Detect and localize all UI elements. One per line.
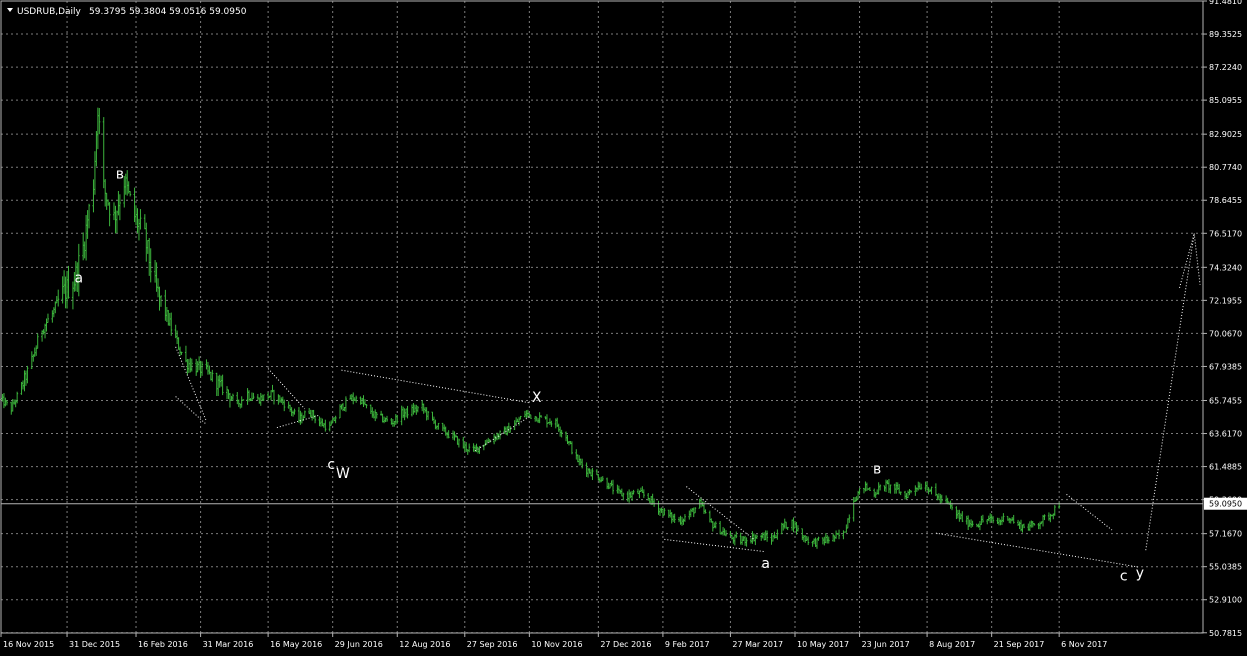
- y-tick-label: 85.0955: [1209, 96, 1242, 105]
- y-tick-label: 74.3240: [1209, 263, 1242, 272]
- x-tick-label: 16 May 2016: [270, 640, 322, 649]
- y-tick-label: 70.0670: [1209, 329, 1242, 338]
- x-tick-label: 16 Nov 2015: [3, 640, 54, 649]
- y-tick-label: 89.3525: [1209, 30, 1242, 39]
- y-tick-label: 50.7815: [1209, 629, 1242, 638]
- y-tick-label: 72.1955: [1209, 296, 1242, 305]
- wave-label: в: [873, 461, 881, 477]
- wave-label: в: [116, 167, 124, 183]
- x-tick-label: 31 Dec 2015: [69, 640, 120, 649]
- x-tick-label: 9 Feb 2017: [665, 640, 710, 649]
- x-tick-label: 27 Dec 2016: [600, 640, 651, 649]
- symbol-label: USDRUB,Daily: [17, 7, 82, 17]
- x-tick-label: 12 Aug 2016: [399, 640, 450, 649]
- x-tick-label: 31 Mar 2016: [203, 640, 254, 649]
- wave-label: W: [336, 466, 350, 482]
- x-tick-label: 27 Mar 2017: [732, 640, 783, 649]
- y-tick-label: 80.7740: [1209, 163, 1242, 172]
- y-tick-label: 61.4885: [1209, 463, 1242, 472]
- y-tick-label: 82.9025: [1209, 130, 1242, 139]
- wave-label: y: [1136, 566, 1144, 582]
- chart-header: USDRUB,Daily 59.3795 59.3804 59.0516 59.…: [7, 7, 247, 17]
- wave-label: a: [761, 556, 770, 572]
- y-tick-label: 57.1670: [1209, 530, 1242, 539]
- x-tick-label: 16 Feb 2016: [138, 640, 188, 649]
- x-tick-label: 23 Jun 2017: [862, 640, 910, 649]
- current-price-marker: 59.0950: [1204, 497, 1247, 510]
- wave-label: c: [327, 457, 335, 473]
- x-tick-label: 21 Sep 2017: [994, 640, 1045, 649]
- chart-background: [0, 0, 1247, 656]
- current-price-label: 59.0950: [1209, 500, 1242, 509]
- y-tick-label: 65.7455: [1209, 396, 1242, 405]
- y-tick-label: 76.5170: [1209, 229, 1242, 238]
- y-tick-label: 87.2240: [1209, 63, 1242, 72]
- y-tick-label: 91.4810: [1209, 0, 1242, 6]
- wave-label: c: [1120, 569, 1128, 585]
- x-tick-label: 29 Jun 2016: [335, 640, 383, 649]
- x-tick-label: 10 Nov 2016: [531, 640, 582, 649]
- price-chart[interactable]: aвcWXaвc y 91.481089.352587.224085.095582…: [0, 0, 1247, 656]
- ohlc-values: 59.3795 59.3804 59.0516 59.0950: [89, 7, 247, 17]
- y-tick-label: 55.0385: [1209, 563, 1242, 572]
- y-tick-label: 52.9100: [1209, 596, 1242, 605]
- y-tick-label: 67.9385: [1209, 362, 1242, 371]
- x-tick-label: 8 Aug 2017: [929, 640, 975, 649]
- x-tick-label: 10 May 2017: [797, 640, 849, 649]
- x-tick-label: 6 Nov 2017: [1061, 640, 1107, 649]
- y-tick-label: 78.6455: [1209, 196, 1242, 205]
- y-tick-label: 63.6170: [1209, 430, 1242, 439]
- x-tick-label: 27 Sep 2016: [467, 640, 518, 649]
- wave-label: X: [532, 390, 542, 406]
- wave-label: a: [74, 271, 83, 287]
